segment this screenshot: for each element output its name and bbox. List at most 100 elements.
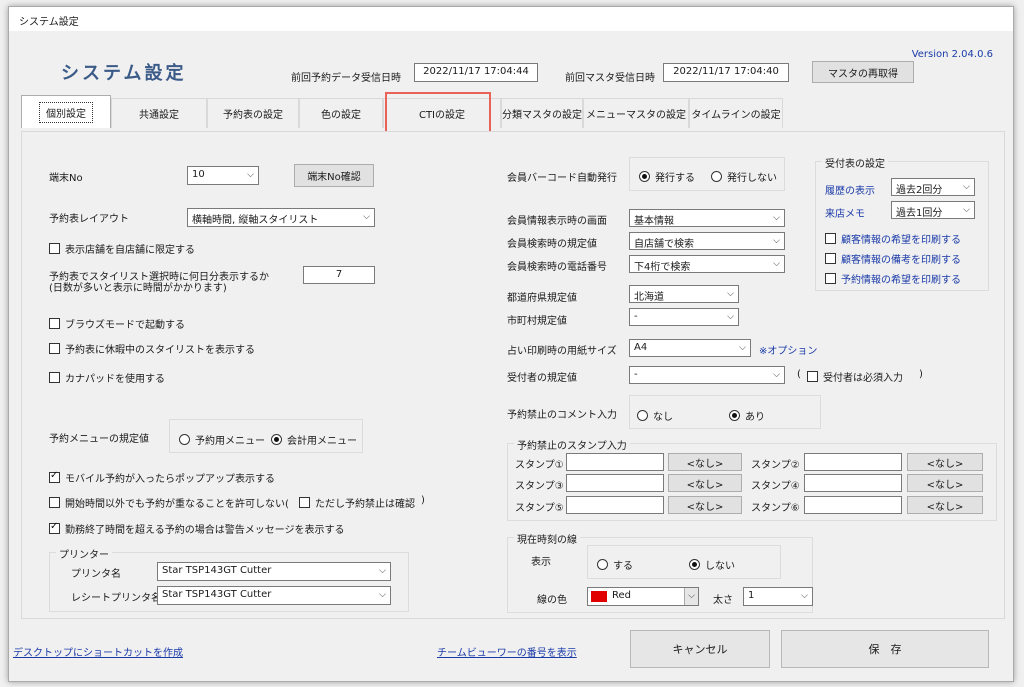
prefecture-select[interactable]: 北海道 ⌵ [629,285,739,303]
menu-accounting-radio[interactable]: 会計用メニュー [271,432,357,447]
chevron-down-icon: ⌵ [727,289,734,299]
thickness-select[interactable]: 1 ⌵ [743,587,813,606]
radio-circle [711,171,722,182]
cancel-button[interactable]: キャンセル [630,630,770,668]
stamp-1-label: スタンプ① [515,460,564,471]
receipt-printer-select[interactable]: Star TSP143GT Cutter ⌵ [157,586,391,605]
desktop-shortcut-link[interactable]: デスクトップにショートカットを作成 [13,644,183,659]
tab-common[interactable]: 共通設定 [111,98,207,128]
tab-reservation-table[interactable]: 予約表の設定 [207,98,299,128]
history-select[interactable]: 過去2回分 ⌵ [891,178,975,196]
kana-pad-checkbox[interactable]: カナパッドを使用する [49,370,165,385]
team-viewer-link[interactable]: チームビューワーの番号を表示 [437,644,577,659]
member-info-screen-select[interactable]: 基本情報 ⌵ [629,209,785,227]
print-reservation-wish-checkbox[interactable]: 予約情報の希望を印刷する [825,271,961,286]
show-resting-checkbox[interactable]: 予約表に休暇中のスタイリストを表示する [49,341,255,356]
printer-name-label: プリンタ名 [71,569,121,580]
reception-group-title: 受付表の設定 [822,155,888,170]
stamp-1-button[interactable]: <なし> [668,453,742,471]
chevron-down-icon: ⌵ [684,588,698,605]
print-customer-notes-checkbox[interactable]: 顧客情報の備考を印刷する [825,251,961,266]
line-color-select[interactable]: Red ⌵ [587,587,699,606]
display-yes-radio[interactable]: する [597,557,633,572]
chevron-down-icon: ⌵ [801,591,808,601]
ban-none-radio[interactable]: なし [637,408,673,423]
stamp-1-input[interactable] [566,453,664,471]
option-note: ※オプション [759,346,818,357]
tab-timeline[interactable]: タイムラインの設定 [689,98,783,128]
checkbox-box [49,470,60,483]
save-button[interactable]: 保 存 [781,630,989,668]
member-search-phone-label: 会員検索時の電話番号 [507,262,607,273]
printer-name-select[interactable]: Star TSP143GT Cutter ⌵ [157,562,391,581]
terminal-no-label: 端末No [49,173,83,184]
stamp-2-button[interactable]: <なし> [907,453,983,471]
stamp-3-input[interactable] [566,474,664,492]
last-master-value: 2022/11/17 17:04:40 [663,63,789,82]
menu-reservation-radio[interactable]: 予約用メニュー [179,432,265,447]
stamp-4-button[interactable]: <なし> [907,474,983,492]
history-label: 履歴の表示 [825,186,875,197]
radio-circle [639,171,650,182]
fortune-paper-select[interactable]: A4 ⌵ [629,339,751,357]
version-label: Version 2.04.0.6 [911,49,993,60]
member-info-screen-label: 会員情報表示時の画面 [507,216,607,227]
overlap-ban-check-checkbox[interactable]: ただし予約禁止は確認 [299,495,415,510]
print-customer-wish-checkbox[interactable]: 顧客情報の希望を印刷する [825,231,961,246]
radio-circle [179,434,190,445]
tab-colors[interactable]: 色の設定 [299,98,383,128]
stamp-4-label: スタンプ④ [751,481,800,492]
terminal-no-confirm-button[interactable]: 端末No確認 [294,164,374,187]
chevron-down-icon: ⌵ [379,590,386,600]
layout-select[interactable]: 横軸時間, 縦軸スタイリスト ⌵ [187,208,375,227]
receiver-default-select[interactable]: - ⌵ [629,366,785,384]
days-input[interactable]: 7 [303,266,375,284]
tab-cti[interactable]: CTIの設定 [383,98,501,128]
ban-yes-radio[interactable]: あり [729,408,765,423]
stamp-6-label: スタンプ⑥ [751,503,800,514]
chevron-down-icon: ⌵ [773,213,780,223]
overtime-warning-checkbox[interactable]: 勤務終了時間を超える予約の場合は警告メッセージを表示する [49,521,345,536]
system-settings-window: システム設定 システム設定 Version 2.04.0.6 前回予約データ受信… [8,6,1014,682]
receiver-default-label: 受付者の規定値 [507,373,577,384]
stamp-4-input[interactable] [804,474,902,492]
stamp-3-button[interactable]: <なし> [668,474,742,492]
reacquire-master-button[interactable]: マスタの再取得 [812,61,914,83]
chevron-down-icon: ⌵ [727,312,734,322]
title-bar: システム設定 [9,7,1013,31]
mobile-popup-checkbox[interactable]: モバイル予約が入ったらポップアップ表示する [49,470,275,485]
stamp-6-input[interactable] [804,496,902,514]
tab-menu-master[interactable]: メニューマスタの設定 [583,98,689,128]
radio-circle [637,410,648,421]
overlap-checkbox[interactable]: 開始時間以外でも予約が重なることを許可しない( [49,495,289,510]
member-search-phone-select[interactable]: 下4桁で検索 ⌵ [629,255,785,273]
stamp-5-button[interactable]: <なし> [668,496,742,514]
stamp-5-input[interactable] [566,496,664,514]
overlap-close-paren: ) [421,495,425,506]
tab-category-master[interactable]: 分類マスタの設定 [501,98,583,128]
issue-no-radio[interactable]: 発行しない [711,169,777,184]
radio-circle [271,434,282,445]
visit-memo-select[interactable]: 過去1回分 ⌵ [891,201,975,219]
checkbox-box [49,372,60,383]
member-barcode-label: 会員バーコード自動発行 [507,173,617,184]
tab-individual[interactable]: 個別設定 [21,95,111,128]
checkbox-box [825,233,836,244]
checkbox-box [49,243,60,254]
fortune-paper-label: 占い印刷時の用紙サイズ [507,346,617,357]
browse-mode-checkbox[interactable]: ブラウズモードで起動する [49,316,185,331]
receiver-required-checkbox[interactable]: 受付者は必須入力 [807,369,903,384]
limit-store-checkbox[interactable]: 表示店舗を自店舗に限定する [49,241,195,256]
stamp-2-label: スタンプ② [751,460,800,471]
receiver-required-open: ( [797,369,801,380]
issue-yes-radio[interactable]: 発行する [639,169,695,184]
last-master-label: 前回マスタ受信日時 [565,73,655,84]
city-select[interactable]: - ⌵ [629,308,739,326]
stamp-6-button[interactable]: <なし> [907,496,983,514]
display-no-radio[interactable]: しない [689,557,735,572]
member-search-default-select[interactable]: 自店舗で検索 ⌵ [629,232,785,250]
terminal-no-select[interactable]: 10 ⌵ [187,166,259,185]
thickness-label: 太さ [713,595,733,606]
stamp-2-input[interactable] [804,453,902,471]
timeline-group-title: 現在時刻の線 [514,531,580,546]
